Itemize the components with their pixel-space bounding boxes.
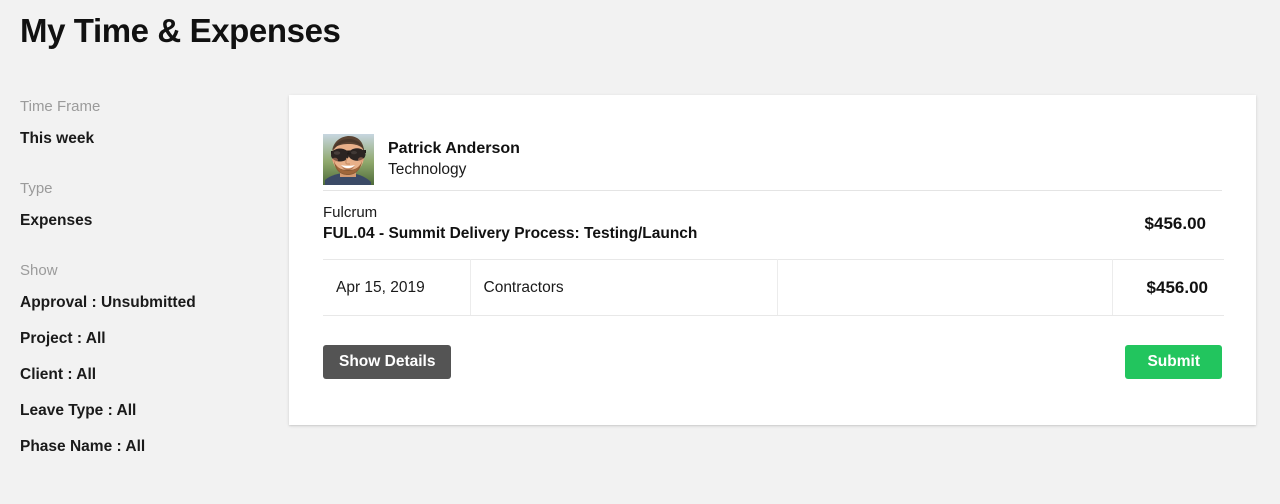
show-filter-leave-type-value: All (116, 402, 137, 419)
show-filter-leave-type-name: Leave Type (20, 402, 104, 419)
filters-sidebar: Time Frame This week Type Expenses Show … (20, 96, 270, 458)
expense-card: Patrick Anderson Technology Fulcrum FUL.… (289, 95, 1256, 425)
show-filter-client-name: Client (20, 366, 64, 383)
show-filter-client-separator: : (63, 366, 77, 383)
show-filter-list: Approval : Unsubmitted Project : All Cli… (20, 292, 270, 458)
avatar (323, 133, 374, 185)
show-filter-leave-type[interactable]: Leave Type : All (20, 400, 270, 422)
show-filter-approval-name: Approval (20, 294, 88, 311)
person-header: Patrick Anderson Technology (323, 95, 1222, 190)
submit-button[interactable]: Submit (1125, 345, 1222, 379)
expense-date: Apr 15, 2019 (323, 259, 471, 316)
show-filter-phase-name-value: All (125, 438, 146, 455)
expense-amount: $456.00 (1112, 259, 1224, 316)
show-filter-project-separator: : (72, 330, 86, 347)
person-department: Technology (388, 160, 467, 178)
project-text: Fulcrum FUL.04 - Summit Delivery Process… (323, 203, 697, 245)
project-section: Fulcrum FUL.04 - Summit Delivery Process… (289, 191, 1256, 259)
show-filter-approval-separator: : (87, 294, 101, 311)
show-filter-leave-type-separator: : (103, 402, 117, 419)
show-filter-project-name: Project (20, 330, 73, 347)
expense-category: Contractors (470, 259, 778, 316)
filter-group-time-frame: Time Frame This week (20, 96, 270, 150)
page-title: My Time & Expenses (20, 12, 341, 49)
filter-group-type: Type Expenses (20, 178, 270, 232)
filter-group-show: Show Approval : Unsubmitted Project : Al… (20, 260, 270, 458)
filter-label-time-frame: Time Frame (20, 98, 101, 115)
project-client: Fulcrum (323, 204, 378, 221)
person-meta: Patrick Anderson Technology (388, 138, 520, 181)
project-row[interactable]: Fulcrum FUL.04 - Summit Delivery Process… (323, 191, 1222, 259)
expense-note (777, 259, 1113, 316)
project-total-amount: $456.00 (1144, 214, 1206, 233)
filter-value-type[interactable]: Expenses (20, 210, 270, 232)
filter-value-time-frame[interactable]: This week (20, 128, 270, 150)
person-name: Patrick Anderson (388, 139, 520, 157)
table-row[interactable]: Apr 15, 2019 Contractors $456.00 (323, 259, 1224, 316)
filter-label-show: Show (20, 262, 58, 279)
show-filter-phase-name[interactable]: Phase Name : All (20, 436, 270, 458)
show-filter-approval[interactable]: Approval : Unsubmitted (20, 292, 270, 314)
show-filter-phase-name-name: Phase Name (20, 438, 113, 455)
project-name: FUL.04 - Summit Delivery Process: Testin… (323, 225, 698, 242)
expense-table: Apr 15, 2019 Contractors $456.00 (323, 259, 1224, 316)
show-filter-client-value: All (76, 366, 97, 383)
filter-label-type: Type (20, 180, 53, 197)
show-filter-approval-value: Unsubmitted (100, 294, 196, 311)
show-filter-project[interactable]: Project : All (20, 328, 270, 350)
show-filter-phase-name-separator: : (112, 438, 126, 455)
show-filter-client[interactable]: Client : All (20, 364, 270, 386)
show-filter-project-value: All (85, 330, 106, 347)
card-actions: Show Details Submit (289, 345, 1256, 379)
show-details-button[interactable]: Show Details (323, 345, 452, 379)
card-header-section: Patrick Anderson Technology (289, 95, 1256, 190)
